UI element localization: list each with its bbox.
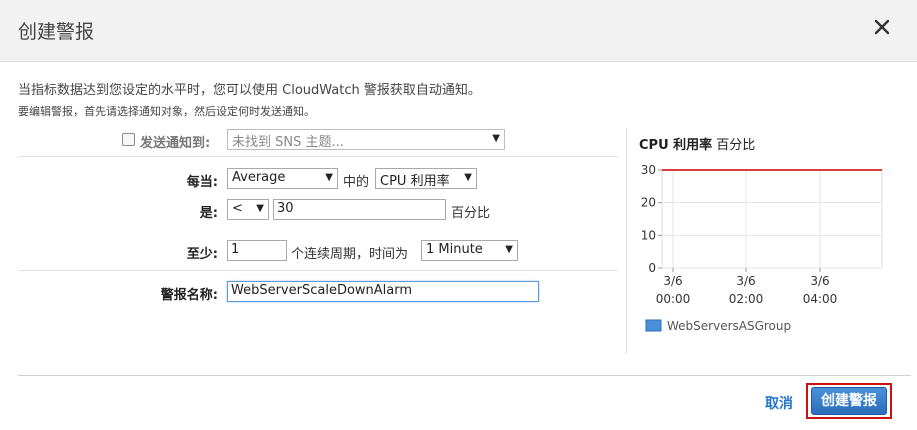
dialog-header: 创建警报 (0, 0, 917, 62)
chart-x-tick-time: 00:00 (656, 292, 691, 306)
of-text: 中的 (343, 175, 370, 190)
whenever-label: 每当: (186, 175, 218, 190)
chart-title: CPU 利用率 百分比 (639, 134, 755, 153)
statistic-select[interactable]: Average ▼ (227, 168, 338, 189)
cpu-chart: 30 20 10 0 3/6 00:00 3/6 02:00 3/6 04:00 WebServ… (641, 163, 883, 333)
periods-input[interactable]: 1 (227, 240, 287, 261)
dialog-title: 创建警报 (18, 21, 95, 43)
operator-select[interactable]: < ▼ (227, 199, 269, 220)
statistic-select-value: Average (232, 170, 286, 185)
chart-y-tick-label: 20 (641, 196, 656, 210)
notify-label: 发送通知到: (140, 136, 211, 151)
chart-title-unit: 百分比 (716, 138, 756, 153)
chart-title-metric: CPU 利用率 (639, 138, 713, 153)
unit-text: 百分比 (451, 206, 491, 221)
name-label: 警报名称: (160, 288, 218, 303)
operator-select-value: < (232, 201, 243, 216)
subintro-text: 要编辑警报，首先请选择通知对象，然后设定何时发送通知。 (18, 105, 315, 118)
periods-text: 个连续周期，时间为 (291, 247, 409, 262)
chart-x-tick-date: 3/6 (810, 274, 829, 288)
for-label: 至少: (186, 247, 218, 262)
is-label: 是: (199, 206, 218, 221)
chart-x-tick-date: 3/6 (736, 274, 755, 288)
dropdown-arrow-icon: ▼ (256, 203, 264, 214)
chart-plot-area (661, 169, 883, 269)
alarm-name-input[interactable]: WebServerScaleDownAlarm (227, 281, 539, 302)
notify-select[interactable]: 未找到 SNS 主题... ▼ (227, 129, 505, 150)
dropdown-arrow-icon: ▼ (325, 172, 333, 183)
close-icon[interactable] (869, 14, 895, 40)
threshold-input[interactable]: 30 (273, 199, 446, 220)
panel-divider (626, 128, 627, 354)
dropdown-arrow-icon: ▼ (492, 133, 500, 144)
chart-x-axis: 3/6 00:00 3/6 02:00 3/6 04:00 (656, 274, 838, 306)
metric-select[interactable]: CPU 利用率 ▼ (375, 168, 477, 189)
notify-checkbox[interactable] (122, 133, 135, 146)
chart-x-tick-time: 04:00 (803, 292, 838, 306)
chart-x-tick-time: 02:00 (729, 292, 764, 306)
chart-legend: WebServersASGroup (645, 319, 791, 333)
footer-divider (18, 375, 911, 376)
create-alarm-button[interactable]: 创建警报 (811, 387, 887, 415)
chart-legend-label: WebServersASGroup (667, 319, 791, 333)
intro-text: 当指标数据达到您设定的水平时，您可以使用 CloudWatch 警报获取自动通知… (18, 83, 481, 98)
chart-y-tick-label: 30 (641, 163, 656, 177)
notify-select-value: 未找到 SNS 主题... (232, 135, 344, 150)
chart-y-axis: 30 20 10 0 (641, 163, 656, 275)
metric-select-value: CPU 利用率 (380, 174, 450, 189)
chart-x-tick-date: 3/6 (663, 274, 682, 288)
period-select[interactable]: 1 Minute ▼ (421, 240, 518, 261)
alarm-form: 发送通知到: 未找到 SNS 主题... ▼ 每当: Average ▼ 中的 … (18, 128, 618, 358)
chart-y-tick-label: 0 (648, 261, 656, 275)
divider (18, 270, 618, 271)
divider (18, 156, 618, 157)
dropdown-arrow-icon: ▼ (505, 244, 513, 255)
cancel-button[interactable]: 取消 (765, 393, 793, 413)
period-select-value: 1 Minute (426, 242, 483, 257)
dropdown-arrow-icon: ▼ (464, 172, 472, 183)
chart-grid (658, 169, 883, 272)
chart-y-tick-label: 10 (641, 228, 656, 242)
chart-legend-swatch (645, 319, 662, 332)
